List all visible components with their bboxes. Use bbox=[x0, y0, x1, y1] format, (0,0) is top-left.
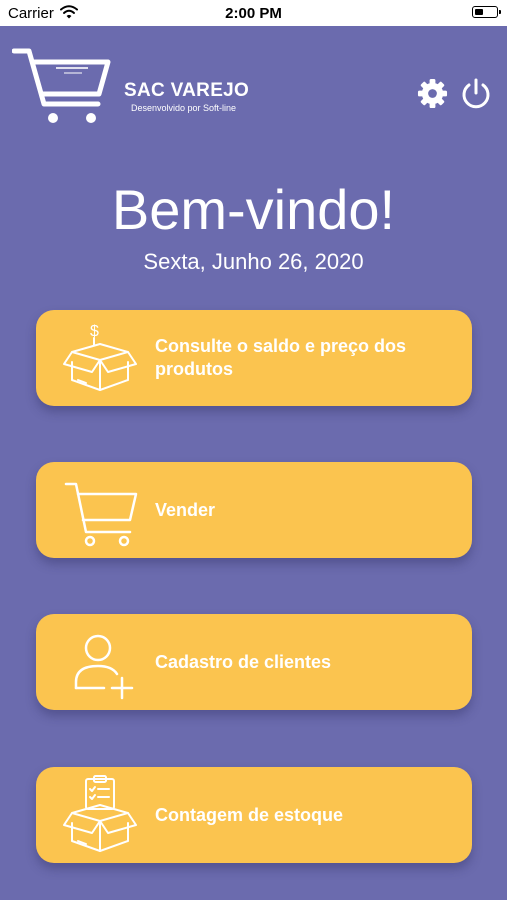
brand-subtitle: Desenvolvido por Soft-line bbox=[131, 103, 237, 113]
clock-label: 2:00 PM bbox=[225, 5, 282, 22]
gear-icon[interactable] bbox=[417, 78, 448, 109]
current-date: Sexta, Junho 26, 2020 bbox=[143, 249, 364, 274]
power-icon[interactable] bbox=[460, 78, 492, 110]
menu-label-customers: Cadastro de clientes bbox=[155, 651, 332, 672]
menu-label-inventory: Contagem de estoque bbox=[155, 804, 344, 825]
box-checklist-icon bbox=[63, 775, 137, 852]
battery-icon bbox=[472, 6, 501, 18]
menu-label-sell: Vender bbox=[155, 499, 216, 520]
menu-label-stock-price: Consulte o saldo e preço dos produtos bbox=[155, 336, 407, 379]
battery-level bbox=[475, 9, 483, 15]
cart-icon bbox=[64, 482, 138, 547]
welcome-title: Bem-vindo! bbox=[111, 178, 396, 241]
box-dollar-icon: $ bbox=[63, 323, 137, 391]
logo-cart-icon bbox=[12, 48, 111, 123]
brand-title: SAC VAREJO bbox=[124, 80, 250, 101]
menu-card-stock-price[interactable]: $ Consulte o saldo e preço dos produtos bbox=[36, 310, 472, 406]
menu-card-sell[interactable]: Vender bbox=[36, 462, 472, 558]
menu-card-customers[interactable]: Cadastro de clientes bbox=[36, 614, 472, 710]
status-bar: Carrier 2:00 PM bbox=[0, 0, 507, 26]
menu-card-inventory[interactable]: Contagem de estoque bbox=[36, 767, 472, 863]
add-user-icon bbox=[74, 634, 134, 700]
